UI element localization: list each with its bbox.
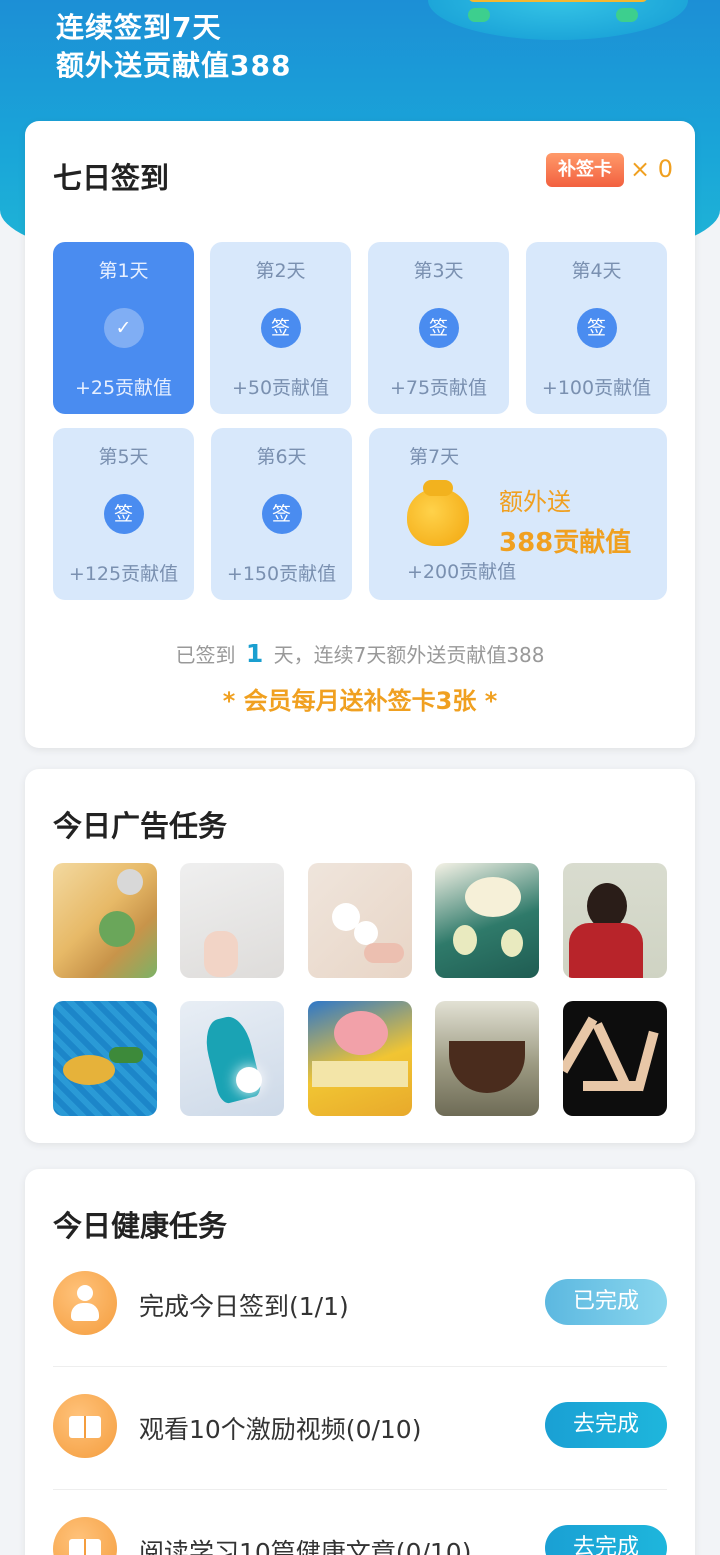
hero-illustration xyxy=(428,0,688,40)
day-7-tile[interactable]: 第7天 额外送 388贡献值 +200贡献值 xyxy=(369,428,667,600)
ad-task-card: 今日广告任务 xyxy=(25,769,695,1143)
day-label: 第4天 xyxy=(571,260,622,282)
book-icon xyxy=(53,1517,117,1555)
day-reward: +25贡献值 xyxy=(74,377,173,399)
ad-thumb-3[interactable] xyxy=(308,863,412,978)
task-go-button[interactable]: 去完成 xyxy=(545,1525,667,1555)
money-bag-knot-icon xyxy=(423,480,453,496)
day-reward: +50贡献值 xyxy=(231,377,330,399)
task-row: 阅读学习10篇健康文章(0/10) 去完成 xyxy=(53,1497,667,1555)
day-label: 第1天 xyxy=(98,260,149,282)
ad-thumb-7[interactable] xyxy=(180,1001,284,1116)
task-go-button[interactable]: 去完成 xyxy=(545,1402,667,1448)
makeup-card-label: 补签卡 xyxy=(558,159,612,180)
ad-thumb-5[interactable] xyxy=(563,863,667,978)
member-note: * 会员每月送补签卡3张 * xyxy=(222,687,498,715)
summary-suffix: 天，连续7天额外送贡献值388 xyxy=(273,643,545,667)
day-label: 第2天 xyxy=(255,260,306,282)
ad-thumb-9[interactable] xyxy=(435,1001,539,1116)
check-icon: ✓ xyxy=(103,308,144,348)
day-label: 第5天 xyxy=(98,446,149,468)
day-reward: +100贡献值 xyxy=(541,377,652,399)
sign-badge-icon: 签 xyxy=(576,308,617,348)
day-label: 第6天 xyxy=(256,446,307,468)
day-6-tile[interactable]: 第6天 签 +150贡献值 xyxy=(211,428,352,600)
money-bag-icon xyxy=(407,488,469,546)
user-add-icon xyxy=(53,1271,117,1335)
task-done-button[interactable]: 已完成 xyxy=(545,1279,667,1325)
health-task-title: 今日健康任务 xyxy=(53,1209,228,1243)
hero-line-2: 额外送贡献值388 xyxy=(56,49,292,82)
divider xyxy=(53,1489,667,1490)
signin-card: 七日签到 补签卡 × 0 第1天 ✓ +25贡献值 第2天 签 +50贡献值 第… xyxy=(25,121,695,748)
day-2-tile[interactable]: 第2天 签 +50贡献值 xyxy=(210,242,351,414)
ad-thumb-10[interactable] xyxy=(563,1001,667,1116)
day-label: 第3天 xyxy=(413,260,464,282)
day-reward: +200贡献值 xyxy=(407,561,517,583)
health-task-card: 今日健康任务 完成今日签到(1/1) 已完成 观看10个激励视频(0/10) 去… xyxy=(25,1169,695,1555)
day-1-tile[interactable]: 第1天 ✓ +25贡献值 xyxy=(53,242,194,414)
ad-thumb-1[interactable] xyxy=(53,863,157,978)
sign-badge-icon: 签 xyxy=(261,494,302,534)
ad-thumb-4[interactable] xyxy=(435,863,539,978)
task-row: 观看10个激励视频(0/10) 去完成 xyxy=(53,1374,667,1484)
divider xyxy=(53,1366,667,1367)
sign-badge-icon: 签 xyxy=(418,308,459,348)
day-label: 第7天 xyxy=(409,446,460,468)
makeup-card-count: × 0 xyxy=(630,155,674,183)
task-label: 完成今日签到(1/1) xyxy=(139,1292,349,1321)
day-4-tile[interactable]: 第4天 签 +100贡献值 xyxy=(526,242,667,414)
day-reward: +125贡献值 xyxy=(68,563,179,585)
hero-line-1: 连续签到7天 xyxy=(56,11,222,44)
ad-task-title: 今日广告任务 xyxy=(53,809,228,843)
ad-thumb-2[interactable] xyxy=(180,863,284,978)
makeup-card-badge[interactable]: 补签卡 xyxy=(546,153,624,187)
sign-badge-icon: 签 xyxy=(260,308,301,348)
task-label: 阅读学习10篇健康文章(0/10) xyxy=(139,1538,472,1555)
ad-thumb-6[interactable] xyxy=(53,1001,157,1116)
summary-days: 1 xyxy=(245,639,264,668)
task-row: 完成今日签到(1/1) 已完成 xyxy=(53,1251,667,1361)
summary-prefix: 已签到 xyxy=(175,643,236,667)
book-icon xyxy=(53,1394,117,1458)
signin-summary: 已签到 1 天，连续7天额外送贡献值388 xyxy=(25,639,695,668)
signin-title: 七日签到 xyxy=(53,161,170,195)
ad-thumb-8[interactable] xyxy=(308,1001,412,1116)
day-3-tile[interactable]: 第3天 签 +75贡献值 xyxy=(368,242,509,414)
day-reward: +150贡献值 xyxy=(226,563,337,585)
sign-badge-icon: 签 xyxy=(103,494,144,534)
day-reward: +75贡献值 xyxy=(389,377,488,399)
day-5-tile[interactable]: 第5天 签 +125贡献值 xyxy=(53,428,194,600)
day7-bonus-line1: 额外送 xyxy=(499,488,571,516)
day7-bonus-line2: 388贡献值 xyxy=(499,528,632,558)
task-label: 观看10个激励视频(0/10) xyxy=(139,1415,422,1444)
